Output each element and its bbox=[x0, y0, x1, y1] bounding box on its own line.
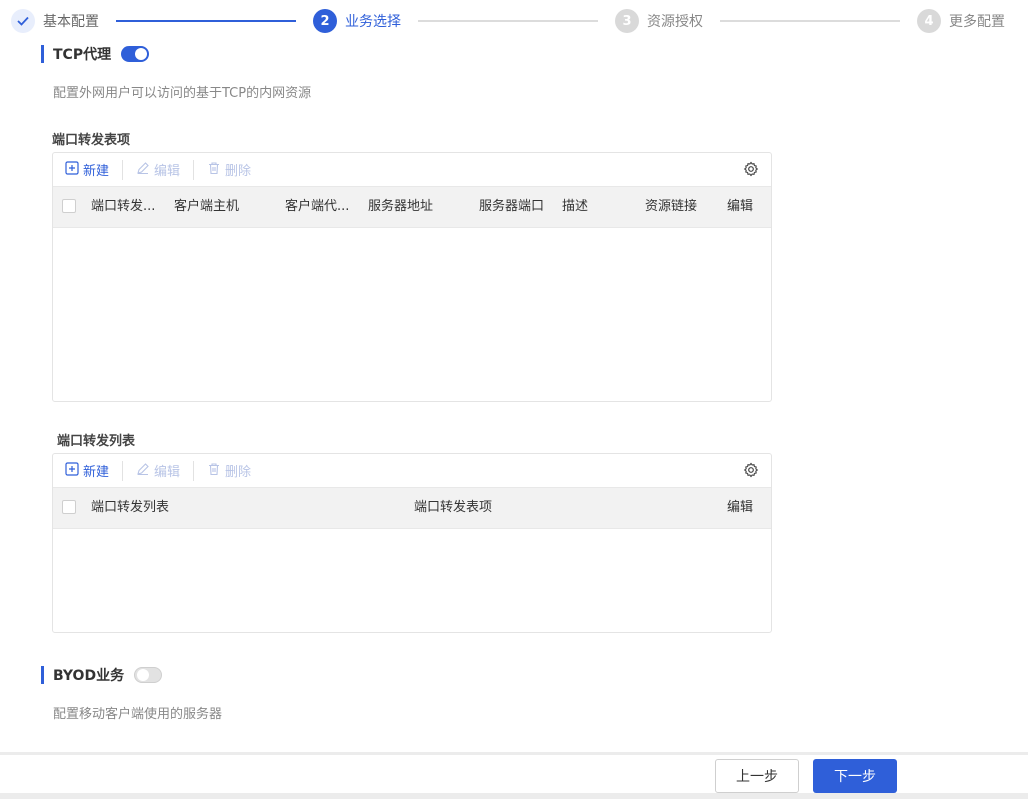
column-header[interactable]: 端口转发表项 bbox=[414, 488, 492, 528]
port-items-edit-button[interactable]: 编辑 bbox=[136, 153, 180, 186]
column-header[interactable]: 描述 bbox=[562, 187, 588, 227]
port-list-table-body bbox=[53, 529, 771, 634]
delete-label: 删除 bbox=[225, 465, 252, 480]
column-header[interactable]: 服务器地址 bbox=[368, 187, 433, 227]
previous-step-button[interactable]: 上一步 bbox=[715, 759, 799, 793]
select-all-checkbox[interactable] bbox=[62, 199, 76, 213]
port-items-table-body bbox=[53, 228, 771, 403]
pencil-icon bbox=[136, 462, 150, 480]
step-connector bbox=[116, 20, 296, 22]
step-label: 资源授权 bbox=[647, 14, 703, 30]
wizard-page: 基本配置 2 业务选择 3 资源授权 4 更多配置 TCP代理 配置外网用户可以… bbox=[0, 0, 1028, 799]
tcp-proxy-toggle[interactable] bbox=[121, 46, 150, 62]
column-header[interactable]: 客户端代... bbox=[285, 187, 349, 227]
tcp-proxy-title: TCP代理 bbox=[53, 47, 112, 63]
port-list-title: 端口转发列表 bbox=[57, 434, 136, 449]
column-header[interactable]: 资源链接 bbox=[645, 187, 697, 227]
step-resource-auth[interactable]: 3 资源授权 bbox=[615, 8, 703, 34]
toggle-knob bbox=[135, 48, 148, 60]
trash-icon bbox=[207, 161, 221, 179]
toggle-knob bbox=[137, 669, 150, 681]
step-number: 4 bbox=[917, 9, 941, 33]
step-number: 2 bbox=[313, 9, 337, 33]
gear-icon[interactable] bbox=[743, 462, 759, 478]
toolbar-divider bbox=[193, 159, 195, 180]
step-connector bbox=[720, 20, 900, 22]
select-all-checkbox[interactable] bbox=[62, 500, 76, 514]
byod-header: BYOD业务 bbox=[41, 666, 163, 684]
column-header[interactable]: 端口转发列表 bbox=[91, 488, 169, 528]
new-label: 新建 bbox=[83, 164, 110, 179]
byod-toggle[interactable] bbox=[134, 667, 163, 683]
step-label: 更多配置 bbox=[949, 14, 1005, 30]
port-list-table-header: 端口转发列表 端口转发表项 编辑 bbox=[53, 487, 771, 529]
tcp-proxy-description: 配置外网用户可以访问的基于TCP的内网资源 bbox=[53, 86, 312, 101]
column-header[interactable]: 端口转发... bbox=[91, 187, 155, 227]
toolbar-divider bbox=[193, 460, 195, 481]
edit-label: 编辑 bbox=[154, 465, 181, 480]
toolbar-divider bbox=[122, 159, 124, 180]
step-label: 业务选择 bbox=[345, 14, 401, 30]
delete-label: 删除 bbox=[225, 164, 252, 179]
column-header[interactable]: 服务器端口 bbox=[479, 187, 544, 227]
footer-strip bbox=[0, 793, 1028, 799]
step-more-config[interactable]: 4 更多配置 bbox=[917, 8, 1005, 34]
port-list-new-button[interactable]: 新建 bbox=[65, 454, 109, 487]
new-label: 新建 bbox=[83, 465, 110, 480]
step-number: 3 bbox=[615, 9, 639, 33]
byod-title: BYOD业务 bbox=[53, 668, 125, 684]
port-items-toolbar: 新建 编辑 删除 bbox=[53, 153, 771, 186]
edit-label: 编辑 bbox=[154, 164, 181, 179]
tcp-proxy-header: TCP代理 bbox=[41, 45, 150, 63]
port-items-title: 端口转发表项 bbox=[52, 133, 131, 148]
trash-icon bbox=[207, 462, 221, 480]
pencil-icon bbox=[136, 161, 150, 179]
step-connector bbox=[418, 20, 598, 22]
step-business-select[interactable]: 2 业务选择 bbox=[313, 8, 401, 34]
check-icon bbox=[11, 9, 35, 33]
port-items-table: 新建 编辑 删除 端口转发... 客户端主机 客户端代... 服务器地址 服务器… bbox=[52, 152, 772, 402]
gear-icon[interactable] bbox=[743, 161, 759, 177]
port-list-edit-button[interactable]: 编辑 bbox=[136, 454, 180, 487]
column-header[interactable]: 编辑 bbox=[727, 488, 753, 528]
column-header[interactable]: 客户端主机 bbox=[174, 187, 239, 227]
port-list-delete-button[interactable]: 删除 bbox=[207, 454, 251, 487]
step-basic-config[interactable]: 基本配置 bbox=[11, 8, 99, 34]
plus-square-icon bbox=[65, 461, 79, 480]
port-list-table: 新建 编辑 删除 端口转发列表 端口转发表项 编辑 bbox=[52, 453, 772, 633]
toolbar-divider bbox=[122, 460, 124, 481]
port-items-delete-button[interactable]: 删除 bbox=[207, 153, 251, 186]
byod-description: 配置移动客户端使用的服务器 bbox=[53, 707, 223, 722]
step-label: 基本配置 bbox=[43, 14, 99, 30]
port-items-new-button[interactable]: 新建 bbox=[65, 153, 109, 186]
column-header[interactable]: 编辑 bbox=[727, 187, 753, 227]
next-step-button[interactable]: 下一步 bbox=[813, 759, 897, 793]
wizard-footer: 上一步 下一步 bbox=[0, 752, 1028, 799]
port-list-toolbar: 新建 编辑 删除 bbox=[53, 454, 771, 487]
port-items-table-header: 端口转发... 客户端主机 客户端代... 服务器地址 服务器端口 描述 资源链… bbox=[53, 186, 771, 228]
plus-square-icon bbox=[65, 160, 79, 179]
